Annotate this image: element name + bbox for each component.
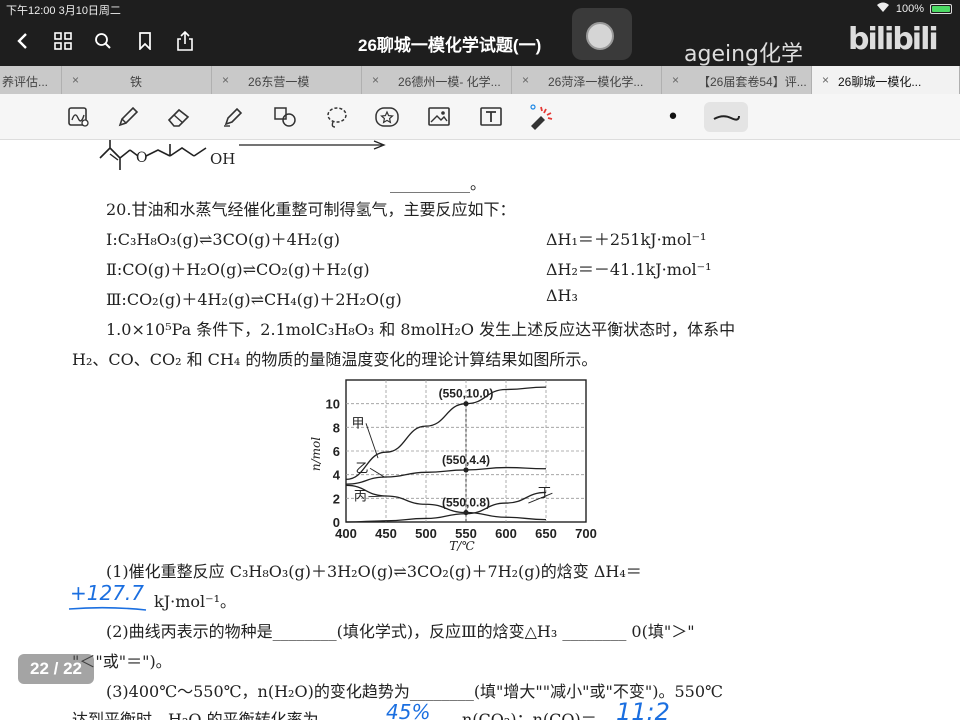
close-icon[interactable]: × [522,73,529,87]
chart-marks: (550,10.0)(550,4.4)(550,0.8)甲乙丙丁 [351,387,553,522]
tab-1[interactable]: 养评估... [0,66,62,94]
question-1-text: (1)催化重整反应 C₃H₈O₃(g)＋3H₂O(g)⇌3CO₂(g)＋7H₂(… [106,562,642,581]
battery-icon [930,4,952,14]
wifi-icon [876,2,890,16]
y-tick-label: 8 [333,420,340,435]
image-icon[interactable] [424,102,454,132]
battery-percent: 100% [895,3,924,15]
close-icon[interactable]: × [72,73,79,87]
annotation-toolbar: • [0,94,960,140]
x-axis-label: T/℃ [449,539,475,552]
document-page[interactable]: O OH __________。 20.甘油和水蒸气经催化重整可制得氢气，主要反… [0,140,960,720]
close-icon[interactable]: × [672,73,679,87]
molecule-fragment: O [99,140,386,170]
question-20-intro: 20.甘油和水蒸气经催化重整可制得氢气，主要反应如下： [106,200,516,219]
blank-line: __________。 [390,174,487,193]
tab-5[interactable]: × 26菏泽一模化学... [512,66,662,94]
textbox-icon[interactable] [476,102,506,132]
close-icon[interactable]: × [222,73,229,87]
tab-6[interactable]: × 【26届套卷54】评... [662,66,812,94]
y-tick-label: 10 [326,397,340,412]
y-tick-label: 4 [333,468,341,483]
highlighter-icon[interactable] [218,102,248,132]
status-indicators: 100% [876,2,952,16]
x-tick-label: 450 [375,526,397,541]
reaction-2: Ⅱ:CO(g)＋H₂O(g)⇌CO₂(g)＋H₂(g) [106,260,370,279]
handwritten-underline [68,606,147,611]
tab-7-active[interactable]: × 26聊城一模化... [812,66,960,94]
y-axis-label: n/mol [309,437,323,471]
conditions-line-2: H₂、CO、CO₂ 和 CH₄ 的物质的量随温度变化的理论计算结果如图所示。 [72,350,598,369]
bookmark-icon[interactable] [132,28,158,54]
x-tick-label: 600 [495,526,517,541]
search-icon[interactable] [90,28,116,54]
back-button[interactable] [10,28,36,54]
tab-3[interactable]: × 26东营一模 [212,66,362,94]
page-indicator: 22 / 22 [18,654,94,684]
tab-label: 铁 [130,75,143,89]
enthalpy-2: ΔH₂＝－41.1kJ·mol⁻¹ [546,260,712,279]
oh-label: OH [210,150,236,168]
tab-label: 【26届套卷54】评... [698,75,807,89]
tab-strip: 养评估... × 铁 × 26东营一模 × 26德州一模- 化学... × 26… [0,66,960,94]
handwritten-answer-1: +127.7 [70,581,145,605]
pen-icon[interactable] [113,102,143,132]
close-icon[interactable]: × [822,73,829,87]
point-annotation: (550,0.8) [442,496,490,510]
tab-label: 26菏泽一模化学... [548,75,644,89]
question-1-unit: kJ·mol⁻¹。 [154,592,236,611]
question-3-ratio: ，n(CO₂)：n(CO)＝ [446,710,597,720]
y-tick-label: 0 [333,515,340,530]
eraser-icon[interactable] [164,102,194,132]
x-tick-label: 650 [535,526,557,541]
question-3-part-2: 达到平衡时，H₂O 的平衡转化率为 [72,710,319,720]
shapes-icon[interactable] [270,102,300,132]
top-bar: 下午12:00 3月10日周二 100% 26聊城一模化学试题(一) agein… [0,0,960,67]
conditions-line-1: 1.0×10⁵Pa 条件下，2.1molC₃H₈O₃ 和 8molH₂O 发生上… [106,320,736,339]
laser-pointer-icon[interactable] [526,102,556,132]
thumbnails-grid-icon[interactable] [50,28,76,54]
question-2-text: (2)曲线丙表示的物种是________(填化学式)，反应Ⅲ的焓变△H₃ ___… [106,622,695,641]
series-leader-line [369,467,385,478]
reaction-3: Ⅲ:CO₂(g)＋4H₂(g)⇌CH₄(g)＋2H₂O(g) [106,290,402,309]
y-tick-label: 2 [333,491,340,506]
x-tick-label: 500 [415,526,437,541]
watermark-brand: ageing化学 [684,42,804,67]
tab-label: 26东营一模 [248,75,310,89]
close-icon[interactable]: × [372,73,379,87]
series-line-乙 [345,466,547,485]
handwritten-answer-2: 45% [386,700,431,720]
document-title[interactable]: 26聊城一模化学试题(一) [358,31,541,56]
stroke-style-button[interactable] [704,102,748,132]
lasso-text-icon[interactable] [64,102,94,132]
reaction-1: Ⅰ:C₃H₈O₃(g)⇌3CO(g)＋4H₂(g) [106,230,340,249]
y-tick-label: 6 [333,444,340,459]
tab-label: 26德州一模- 化学... [398,75,501,89]
share-icon[interactable] [172,28,198,54]
lasso-icon[interactable] [322,102,352,132]
series-leader-line [365,423,379,459]
series-label: 甲 [351,416,364,431]
enthalpy-3: ΔH₃ [546,286,578,305]
svg-text:O: O [136,150,147,166]
tab-2[interactable]: × 铁 [62,66,212,94]
handwritten-answer-3: 11:2 [616,698,670,720]
x-tick-label: 700 [575,526,597,541]
series-label: 丁 [538,486,551,501]
temperature-chart: (550,10.0)(550,4.4)(550,0.8)甲乙丙丁 400 450 5… [309,379,597,552]
watermark-bilibili: bilibili [848,22,939,57]
tab-label: 养评估... [2,75,49,89]
assistive-touch-button[interactable] [586,22,614,50]
tab-4[interactable]: × 26德州一模- 化学... [362,66,512,94]
status-time-date: 下午12:00 3月10日周二 [6,5,121,17]
point-annotation: (550,10.0) [439,387,494,401]
series-label: 丙 [354,490,367,505]
enthalpy-1: ΔH₁＝＋251kJ·mol⁻¹ [546,230,707,249]
series-label: 乙 [355,461,368,476]
tab-label: 26聊城一模化... [838,75,922,89]
pen-color-dot[interactable]: • [658,102,688,132]
sticker-icon[interactable] [372,102,402,132]
